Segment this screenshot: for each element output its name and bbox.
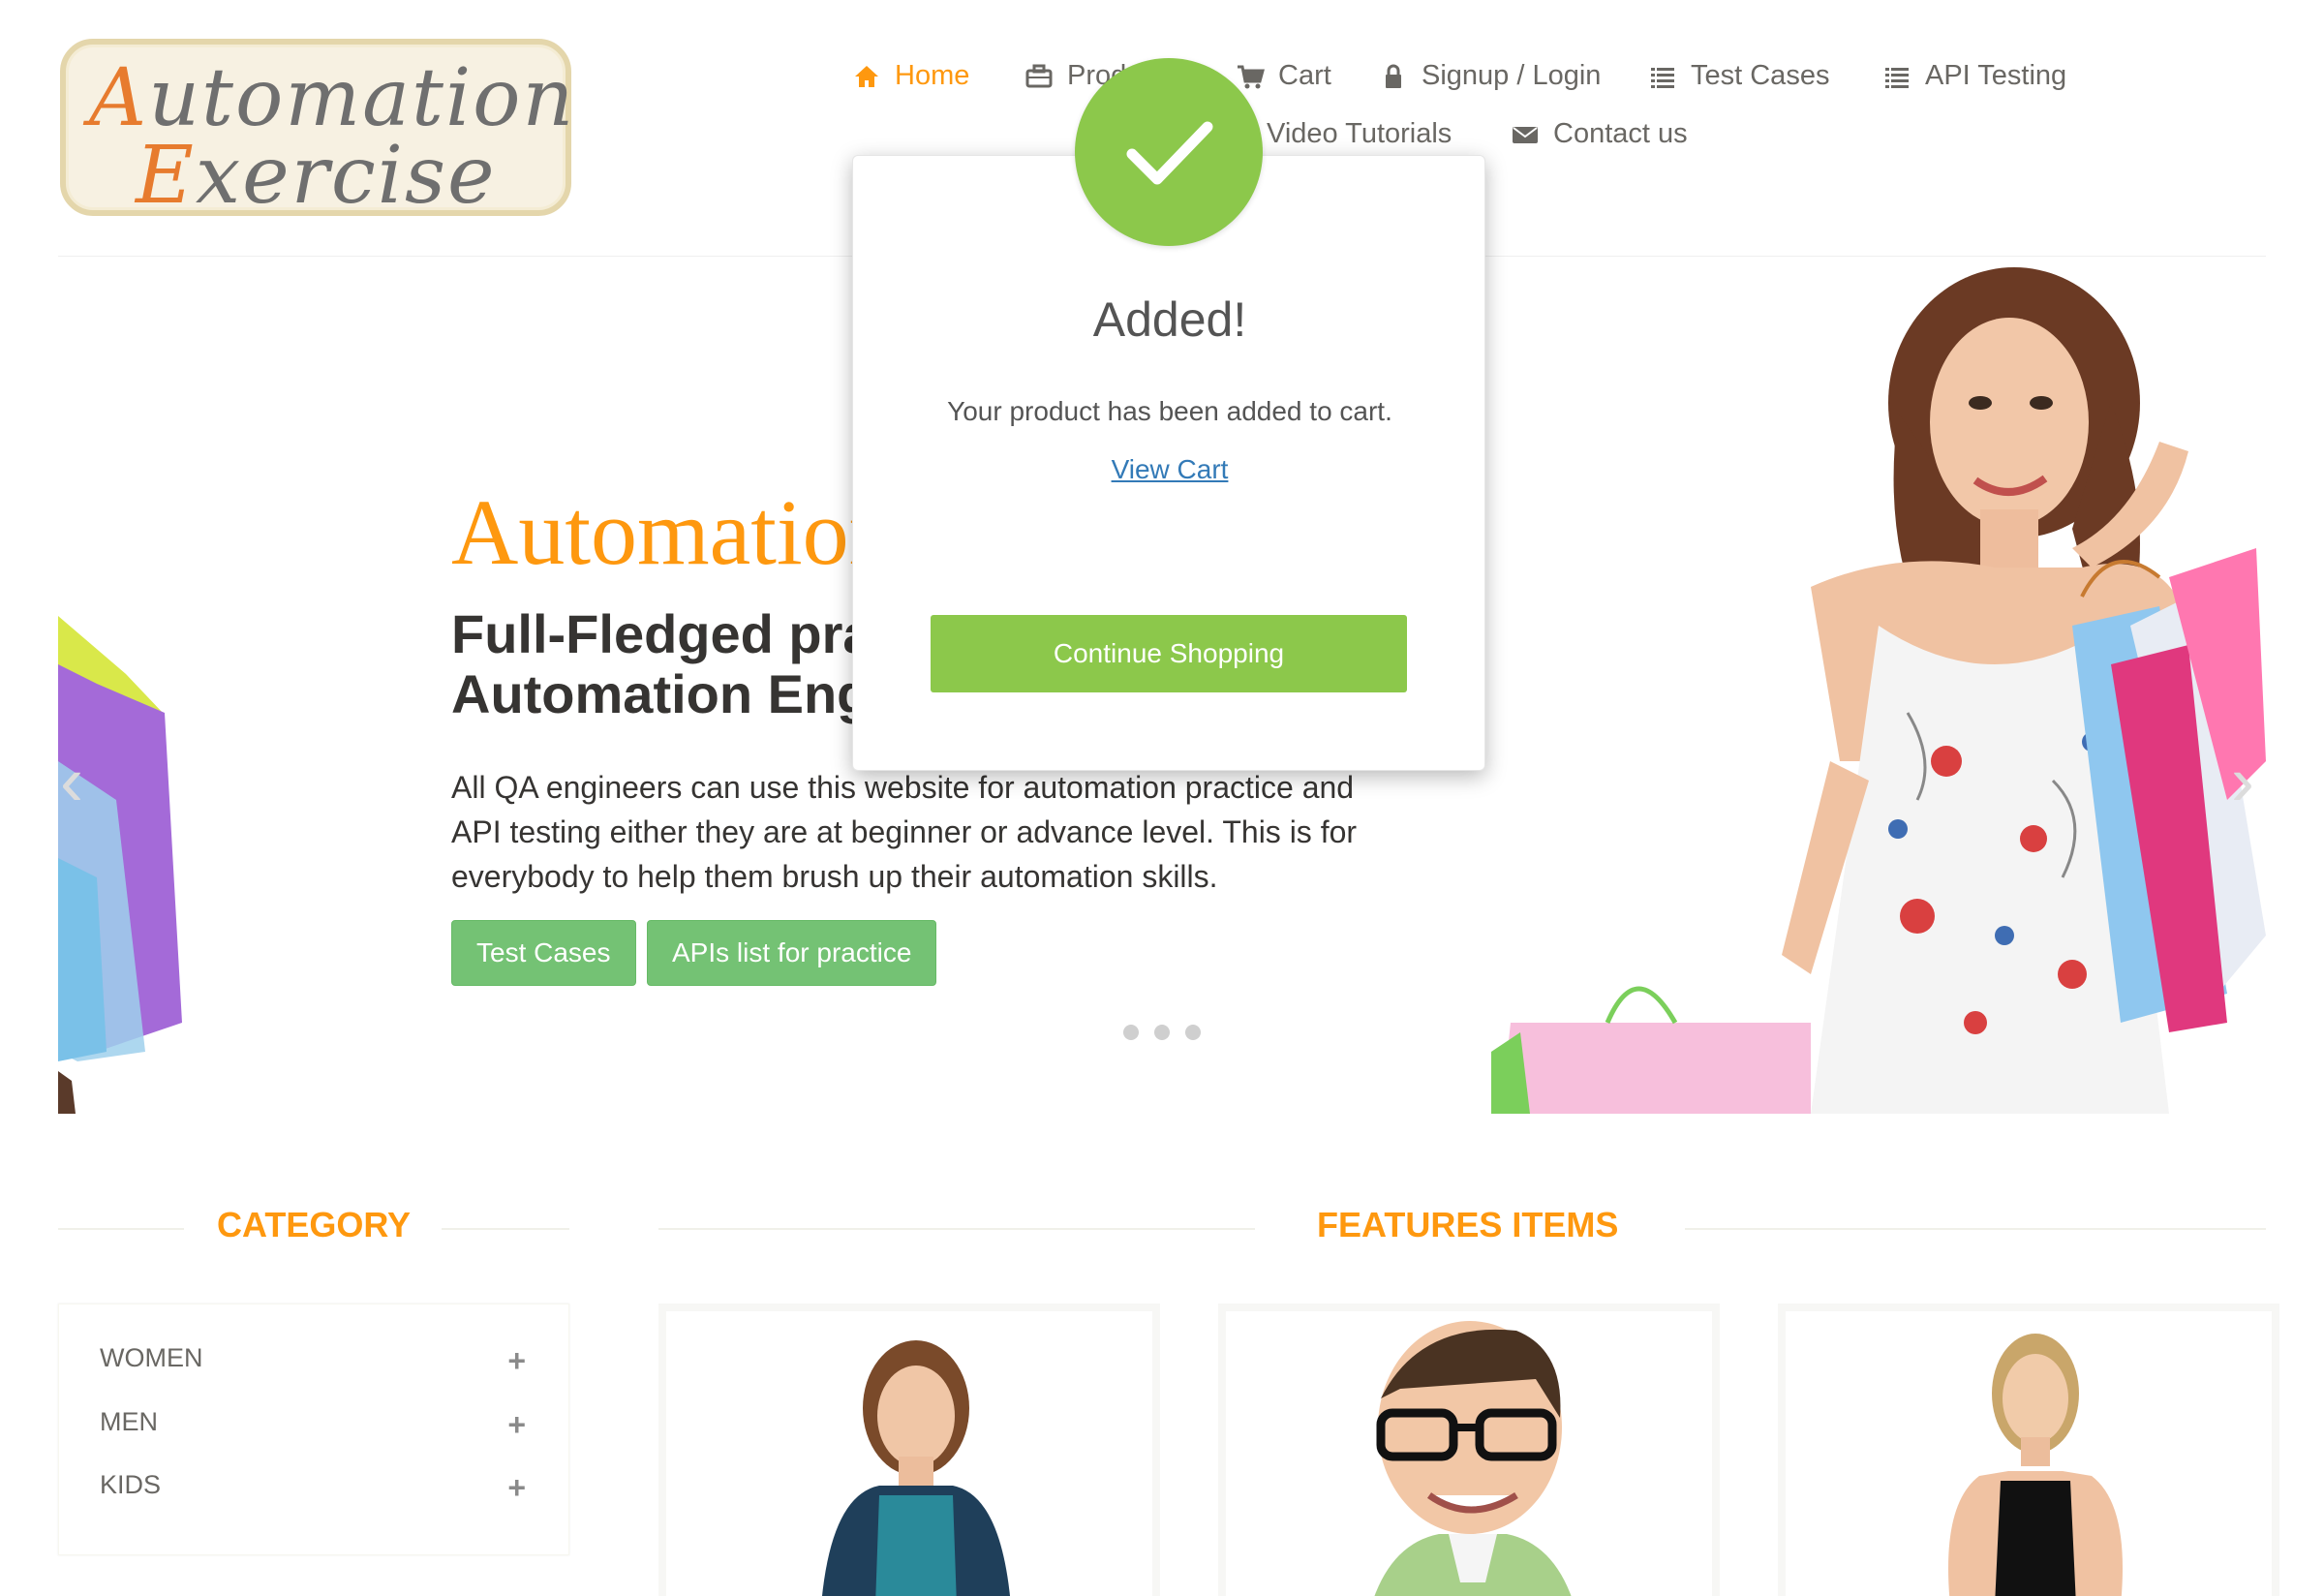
slider-prev-arrow[interactable]: ‹ [60,742,83,821]
list-icon [1885,67,1909,88]
briefcase-icon [1025,64,1053,87]
cart-icon [1238,65,1265,88]
category-kids-label: KIDS [100,1470,162,1499]
category-women[interactable]: WOMEN + [100,1343,526,1379]
plus-icon[interactable]: + [507,1343,526,1379]
slider-left-image [58,616,194,1114]
slider-next-arrow[interactable]: › [2231,742,2254,821]
category-panel: WOMEN + MEN + KIDS + [58,1304,569,1555]
hero-description: All QA engineers can use this website fo… [451,770,1358,894]
success-badge [1075,58,1263,246]
hero-woman-image [1491,267,2266,1114]
product-image [1374,1321,1572,1596]
features-heading-line-right [1685,1228,2266,1230]
product-image [822,1340,1010,1596]
envelope-icon [1513,126,1538,143]
category-men-label: MEN [100,1407,158,1436]
lock-icon [1386,64,1401,88]
nav-signup-login[interactable]: Signup / Login [1379,60,1601,92]
category-kids[interactable]: KIDS + [100,1470,526,1506]
product-card[interactable] [1218,1304,1720,1596]
features-heading-line-left [658,1228,1255,1230]
nav-test-cases[interactable]: Test Cases [1648,60,1829,92]
slider-dot[interactable] [1154,1025,1170,1040]
modal-message: Your product has been added to cart. [947,396,1392,426]
modal-title: Added! [1092,292,1247,347]
category-heading: CATEGORY [217,1205,412,1244]
features-heading: FEATURES ITEMS [1317,1205,1619,1244]
apis-list-button[interactable]: APIs list for practice [647,920,937,986]
nav-api-testing[interactable]: API Testing [1882,60,2066,92]
checkmark-icon [1126,121,1213,185]
category-men[interactable]: MEN + [100,1407,526,1443]
nav-home-label: Home [895,60,970,91]
nav-contact-us[interactable]: Contact us [1511,118,1688,150]
product-card[interactable] [1778,1304,2279,1596]
slider-dot[interactable] [1123,1025,1139,1040]
product-card[interactable] [658,1304,1160,1596]
added-to-cart-modal: Added! Your product has been added to ca… [852,155,1485,771]
view-cart-link[interactable]: View Cart [853,454,1486,485]
nav-video-tutorials-label: Video Tutorials [1267,118,1452,149]
plus-icon[interactable]: + [507,1470,526,1506]
list-icon [1651,67,1674,88]
nav-api-testing-label: API Testing [1925,60,2067,91]
product-image [1948,1334,2123,1596]
slider-indicators [1123,1025,1201,1040]
home-icon [855,65,878,87]
plus-icon[interactable]: + [507,1407,526,1443]
test-cases-button[interactable]: Test Cases [451,920,636,986]
category-heading-line-right [442,1228,569,1230]
nav-contact-us-label: Contact us [1553,118,1688,149]
continue-shopping-button[interactable]: Continue Shopping [931,615,1407,692]
nav-cart-label: Cart [1278,60,1331,91]
nav-test-cases-label: Test Cases [1691,60,1830,91]
nav-cart[interactable]: Cart [1236,60,1331,92]
category-heading-line-left [58,1228,184,1230]
nav-home[interactable]: Home [852,60,969,92]
category-women-label: WOMEN [100,1343,203,1372]
slider-dot[interactable] [1185,1025,1201,1040]
nav-signup-login-label: Signup / Login [1422,60,1602,91]
